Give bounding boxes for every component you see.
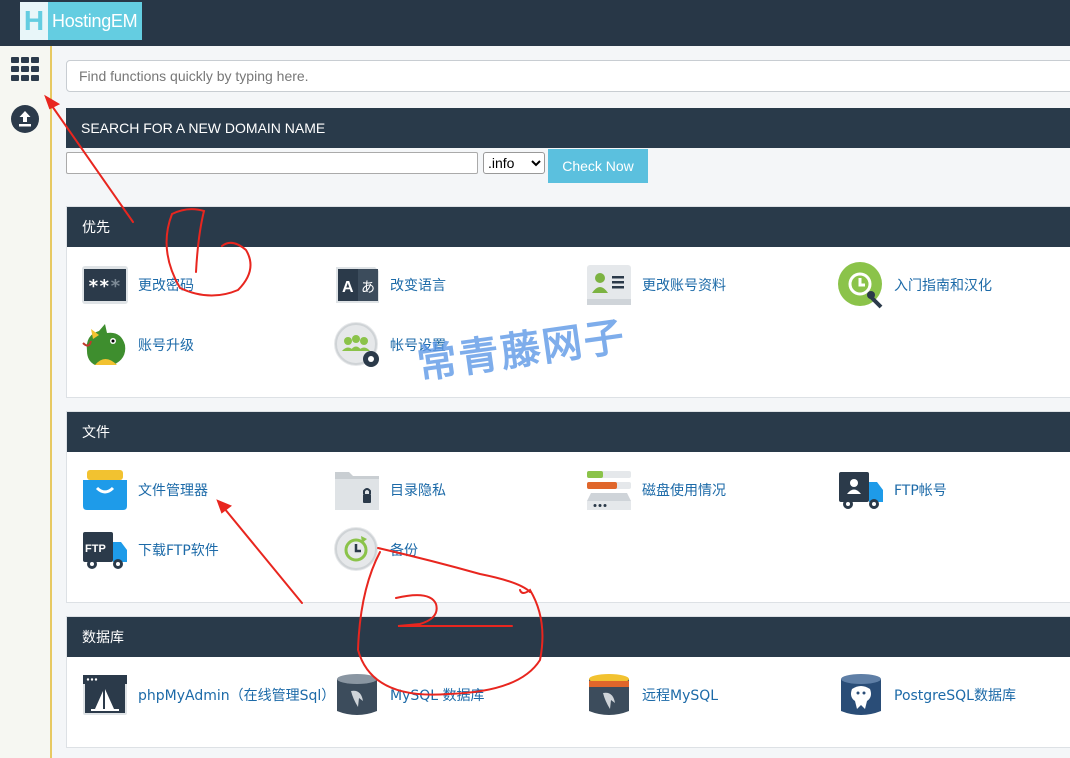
postgresql-item[interactable]: PostgreSQL数据库 <box>837 671 1016 719</box>
svg-text:A: A <box>342 279 354 296</box>
account-settings-item[interactable]: 帐号设置 <box>333 321 446 369</box>
priority-title: 优先 <box>67 207 1070 247</box>
item-label: 改变语言 <box>390 278 446 294</box>
files-panel: 文件 文件管理器 目录隐私 磁盘使用情况 FTP帐号 FTP 下载FTP软件 备… <box>66 411 1070 603</box>
mysql-database-icon <box>333 671 381 719</box>
remote-mysql-icon <box>585 671 633 719</box>
directory-privacy-item[interactable]: 目录隐私 <box>333 466 446 514</box>
priority-panel: 优先 ** * 更改密码 Aあ 改变语言 更改账号资料 入门指南和汉化 账号升级… <box>66 206 1070 398</box>
item-label: 更改账号资料 <box>642 278 726 294</box>
postgresql-icon <box>837 671 885 719</box>
item-label: 账号升级 <box>138 338 194 354</box>
phpmyadmin-item[interactable]: phpMyAdmin（在线管理Sql） <box>81 671 335 719</box>
item-label: 远程MySQL <box>642 688 719 704</box>
svg-text:*: * <box>110 276 121 297</box>
disk-usage-icon <box>585 466 633 514</box>
item-label: 帐号设置 <box>390 338 446 354</box>
logo-letter: H <box>20 2 48 40</box>
item-label: 备份 <box>390 543 418 559</box>
item-label: 磁盘使用情况 <box>642 483 726 499</box>
svg-text:**: ** <box>88 276 110 297</box>
ftp-download-item[interactable]: FTP 下载FTP软件 <box>81 526 219 574</box>
item-label: 下载FTP软件 <box>138 543 219 559</box>
apps-grid-icon[interactable] <box>10 56 40 86</box>
account-settings-icon <box>333 321 381 369</box>
password-icon: ** * <box>81 261 129 309</box>
top-bar: H HostingEM <box>0 0 1070 46</box>
contact-info-icon <box>585 261 633 309</box>
item-label: 目录隐私 <box>390 483 446 499</box>
ftp-accounts-icon <box>837 466 885 514</box>
account-upgrade-item[interactable]: 账号升级 <box>81 321 194 369</box>
databases-title: 数据库 <box>67 617 1070 657</box>
item-label: phpMyAdmin（在线管理Sql） <box>138 688 336 704</box>
file-manager-icon <box>81 466 129 514</box>
databases-panel: 数据库 phpMyAdmin（在线管理Sql） MySQL 数据库 远程MySQ… <box>66 616 1070 748</box>
files-title: 文件 <box>67 412 1070 452</box>
remote-mysql-item[interactable]: 远程MySQL <box>585 671 718 719</box>
upgrade-dragon-icon <box>81 321 129 369</box>
change-password-item[interactable]: ** * 更改密码 <box>81 261 194 309</box>
item-label: PostgreSQL数据库 <box>894 688 1016 704</box>
getting-started-icon <box>837 261 885 309</box>
domain-search-title: SEARCH FOR A NEW DOMAIN NAME <box>66 108 1070 148</box>
directory-privacy-icon <box>333 466 381 514</box>
domain-input[interactable] <box>66 152 478 174</box>
ftp-accounts-item[interactable]: FTP帐号 <box>837 466 947 514</box>
contact-info-item[interactable]: 更改账号资料 <box>585 261 726 309</box>
item-label: MySQL 数据库 <box>390 688 485 704</box>
file-manager-item[interactable]: 文件管理器 <box>81 466 208 514</box>
mysql-database-item[interactable]: MySQL 数据库 <box>333 671 485 719</box>
item-label: 入门指南和汉化 <box>894 278 992 294</box>
domain-search-panel: SEARCH FOR A NEW DOMAIN NAME .info Check… <box>66 108 1070 184</box>
check-now-button[interactable]: Check Now <box>548 149 648 183</box>
getting-started-item[interactable]: 入门指南和汉化 <box>837 261 992 309</box>
disk-usage-item[interactable]: 磁盘使用情况 <box>585 466 726 514</box>
item-label: FTP帐号 <box>894 483 947 499</box>
phpmyadmin-icon <box>81 671 129 719</box>
ftp-download-icon: FTP <box>81 526 129 574</box>
main-content: SEARCH FOR A NEW DOMAIN NAME .info Check… <box>52 46 1070 758</box>
item-label: 更改密码 <box>138 278 194 294</box>
backup-item[interactable]: 备份 <box>333 526 418 574</box>
svg-text:あ: あ <box>361 280 375 296</box>
item-label: 文件管理器 <box>138 483 208 499</box>
language-icon: Aあ <box>333 261 381 309</box>
upload-icon[interactable] <box>10 104 40 134</box>
svg-text:FTP: FTP <box>85 543 106 555</box>
sidebar <box>0 46 52 758</box>
logo[interactable]: H HostingEM <box>20 2 142 40</box>
logo-text: HostingEM <box>52 10 138 31</box>
tld-select[interactable]: .info <box>483 152 545 174</box>
search-input[interactable] <box>66 60 1070 92</box>
change-language-item[interactable]: Aあ 改变语言 <box>333 261 446 309</box>
backup-icon <box>333 526 381 574</box>
